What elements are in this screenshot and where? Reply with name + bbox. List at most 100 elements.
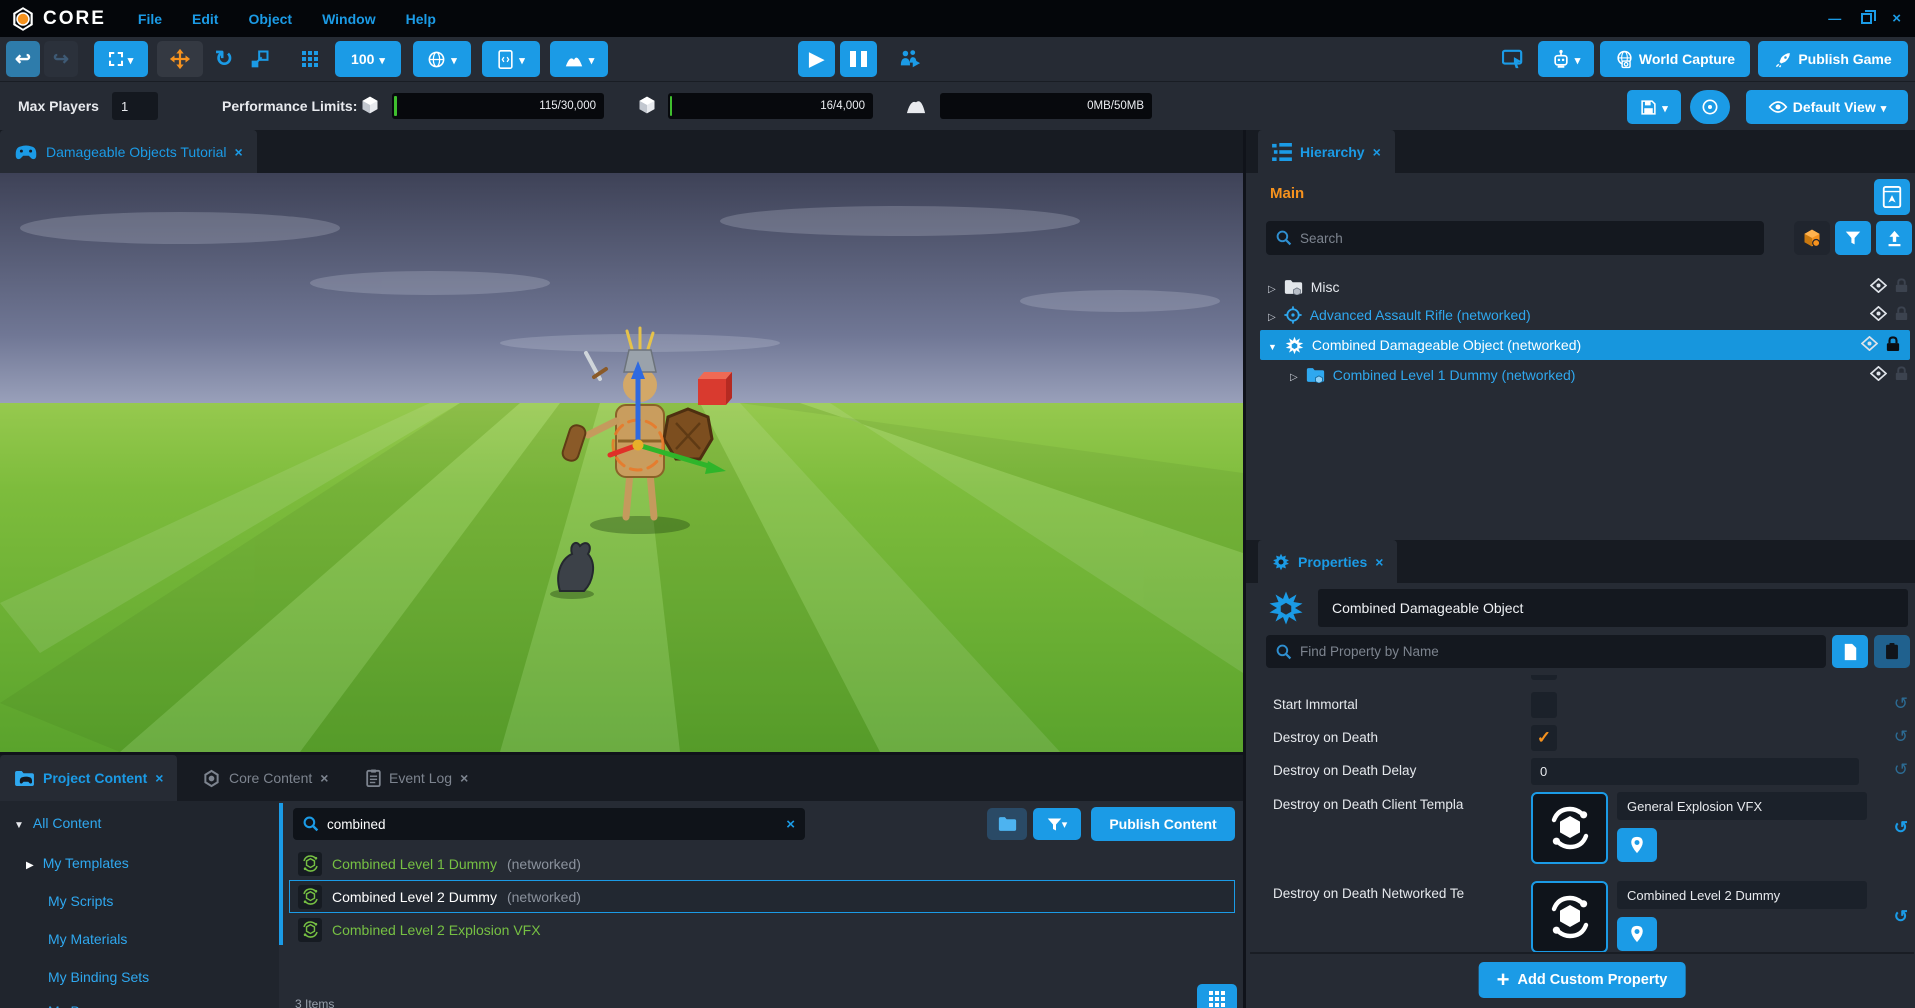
visibility-eye-icon[interactable] (1870, 278, 1887, 296)
template-thumbnail[interactable] (1531, 881, 1608, 953)
tab-properties[interactable]: Properties (1258, 540, 1397, 583)
default-view-dropdown[interactable]: Default View (1746, 90, 1908, 124)
list-item[interactable]: Combined Level 1 Dummy (networked) (289, 847, 1235, 880)
close-tab-icon[interactable] (320, 770, 328, 786)
restore-button[interactable] (1861, 13, 1872, 24)
tree-row-misc[interactable]: Misc (1246, 273, 1915, 301)
expand-icon[interactable] (1268, 307, 1276, 323)
bot-dropdown[interactable] (1538, 41, 1594, 77)
locate-asset-button[interactable] (1617, 917, 1657, 951)
scene-settings-button[interactable] (1874, 179, 1910, 215)
rotate-tool-button[interactable]: ↻ (207, 41, 241, 77)
menu-edit[interactable]: Edit (192, 11, 218, 27)
script-dropdown[interactable] (482, 41, 540, 77)
expand-icon[interactable] (1290, 367, 1298, 383)
multiplayer-preview-button[interactable] (895, 41, 925, 77)
tab-hierarchy[interactable]: Hierarchy (1258, 130, 1395, 173)
network-context-button[interactable] (1794, 221, 1830, 255)
snap-grid-button[interactable] (293, 41, 327, 77)
menu-file[interactable]: File (138, 11, 162, 27)
paste-properties-button[interactable] (1874, 635, 1910, 668)
redo-button[interactable]: ↪ (44, 41, 78, 77)
reset-icon[interactable] (1894, 758, 1908, 780)
terrain-dropdown[interactable] (550, 41, 608, 77)
minimize-button[interactable] (1828, 10, 1841, 27)
publish-game-button[interactable]: Publish Game (1758, 41, 1908, 77)
find-property-search[interactable] (1266, 635, 1826, 668)
reset-icon[interactable] (1894, 692, 1908, 714)
move-tool-button[interactable] (157, 41, 203, 77)
grid-size-dropdown[interactable]: 100 (335, 41, 401, 77)
close-button[interactable] (1892, 10, 1901, 27)
visibility-eye-icon[interactable] (1870, 366, 1887, 384)
world-settings-dropdown[interactable] (413, 41, 471, 77)
world-capture-button[interactable]: World Capture (1600, 41, 1750, 77)
pause-button[interactable] (840, 41, 877, 77)
reset-icon[interactable] (1894, 792, 1908, 838)
visibility-eye-icon[interactable] (1861, 336, 1878, 354)
lock-icon[interactable] (1895, 278, 1908, 296)
copy-properties-button[interactable] (1832, 635, 1868, 668)
close-tab-icon[interactable] (1375, 554, 1383, 570)
lock-icon[interactable] (1895, 366, 1908, 384)
lock-icon[interactable] (1886, 336, 1900, 355)
content-search[interactable] (293, 808, 805, 840)
select-mode-button[interactable] (94, 41, 148, 77)
find-property-input[interactable] (1300, 644, 1816, 659)
tab-core-content[interactable]: Core Content (188, 755, 342, 801)
play-button[interactable]: ▶ (798, 41, 835, 77)
collapse-icon[interactable] (14, 815, 24, 831)
reset-icon[interactable] (1894, 881, 1908, 927)
sidebar-item-clipped[interactable]: My Ba (48, 1003, 88, 1008)
close-tab-icon[interactable] (460, 770, 468, 786)
tab-project-content[interactable]: Project Content (0, 755, 177, 801)
sidebar-item-my-scripts[interactable]: My Scripts (48, 893, 113, 909)
menu-object[interactable]: Object (248, 11, 292, 27)
destroy-on-death-checkbox[interactable]: ✓ (1531, 725, 1557, 751)
content-filter-dropdown[interactable] (1033, 808, 1081, 840)
menu-window[interactable]: Window (322, 11, 376, 27)
checkbox[interactable] (1531, 675, 1557, 680)
hierarchy-search-input[interactable] (1300, 231, 1754, 246)
max-players-input[interactable]: 1 (112, 92, 158, 120)
tree-row-combined-level-1-dummy[interactable]: Combined Level 1 Dummy (networked) (1246, 361, 1915, 389)
save-dropdown[interactable] (1627, 90, 1681, 124)
tree-row-combined-damageable-object[interactable]: Combined Damageable Object (networked) (1260, 330, 1910, 360)
destroy-delay-input[interactable]: 0 (1531, 758, 1859, 785)
list-item-selected[interactable]: Combined Level 2 Dummy (networked) (289, 880, 1235, 913)
menu-help[interactable]: Help (406, 11, 436, 27)
expand-icon[interactable] (26, 855, 34, 871)
hierarchy-export-button[interactable] (1876, 221, 1912, 255)
client-template-value[interactable]: General Explosion VFX (1617, 792, 1867, 820)
viewport-3d[interactable] (0, 173, 1243, 752)
browse-folder-button[interactable] (987, 808, 1027, 840)
add-custom-property-button[interactable]: Add Custom Property (1479, 962, 1686, 998)
close-tab-icon[interactable] (155, 770, 163, 786)
start-immortal-checkbox[interactable] (1531, 692, 1557, 718)
focus-target-button[interactable] (1690, 90, 1730, 124)
locate-asset-button[interactable] (1617, 828, 1657, 862)
visibility-eye-icon[interactable] (1870, 306, 1887, 324)
publish-content-button[interactable]: Publish Content (1091, 807, 1235, 841)
hierarchy-search[interactable] (1266, 221, 1764, 255)
screen-share-button[interactable] (1496, 41, 1530, 77)
tree-row-advanced-assault-rifle[interactable]: Advanced Assault Rifle (networked) (1246, 301, 1915, 329)
sidebar-item-my-templates[interactable]: My Templates (26, 855, 129, 871)
scale-tool-button[interactable] (243, 41, 277, 77)
tab-damageable-objects-tutorial[interactable]: Damageable Objects Tutorial (0, 130, 257, 173)
sidebar-item-all-content[interactable]: All Content (14, 815, 101, 831)
expand-icon[interactable] (1268, 279, 1276, 295)
object-name-field[interactable]: Combined Damageable Object (1318, 589, 1908, 627)
content-search-input[interactable] (327, 817, 778, 832)
template-thumbnail[interactable] (1531, 792, 1608, 864)
sidebar-item-my-binding-sets[interactable]: My Binding Sets (48, 969, 149, 985)
reset-icon[interactable] (1894, 675, 1908, 676)
collapse-icon[interactable] (1268, 337, 1277, 353)
close-tab-icon[interactable] (1373, 144, 1381, 160)
lock-icon[interactable] (1895, 306, 1908, 324)
networked-template-value[interactable]: Combined Level 2 Dummy (1617, 881, 1867, 909)
grid-view-button[interactable] (1197, 984, 1237, 1008)
list-item[interactable]: Combined Level 2 Explosion VFX (289, 913, 1235, 946)
close-tab-icon[interactable] (235, 144, 243, 160)
clear-search-icon[interactable] (786, 816, 795, 833)
